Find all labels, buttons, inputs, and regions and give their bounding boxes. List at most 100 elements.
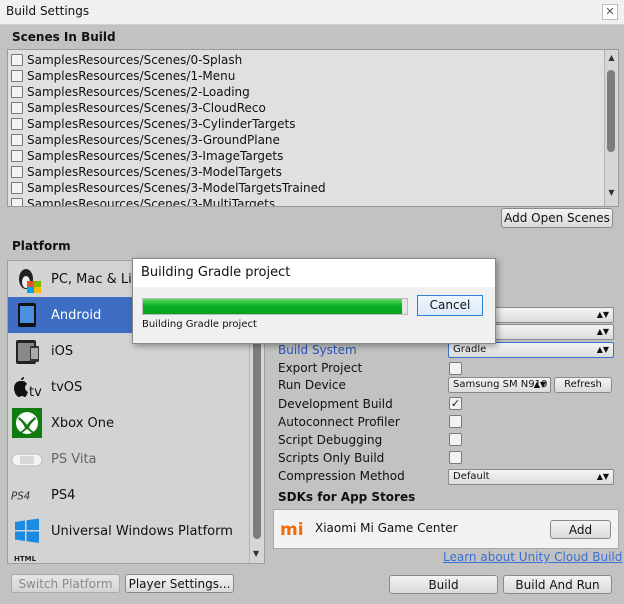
cloud-build-link[interactable]: Learn about Unity Cloud Build — [443, 550, 622, 564]
scene-checkbox[interactable] — [11, 118, 23, 130]
chevron-updown-icon: ▲▼ — [596, 472, 609, 481]
compression-method-dropdown[interactable]: Default ▲▼ — [448, 469, 614, 485]
script-debugging-label: Script Debugging — [278, 433, 383, 447]
scenes-scroll-thumb[interactable] — [607, 70, 615, 152]
html-logo-text: HTML — [14, 555, 37, 563]
sdk-item-label: Xiaomi Mi Game Center — [315, 521, 458, 535]
chevron-updown-icon: ▲▼ — [596, 345, 609, 354]
scene-path: SamplesResources/Scenes/2-Loading — [27, 85, 250, 99]
scene-checkbox[interactable] — [11, 150, 23, 162]
scene-checkbox[interactable] — [11, 134, 23, 146]
platform-item-ps-vita[interactable]: PS Vita — [8, 441, 250, 477]
sdks-label: SDKs for App Stores — [278, 490, 416, 504]
scene-row[interactable]: SamplesResources/Scenes/3-GroundPlane — [11, 132, 280, 148]
scene-path: SamplesResources/Scenes/3-GroundPlane — [27, 133, 280, 147]
windows-icon — [11, 516, 43, 546]
chevron-updown-icon: ▲▼ — [596, 310, 609, 319]
scene-row[interactable]: SamplesResources/Scenes/1-Menu — [11, 68, 235, 84]
platform-item-ps4[interactable]: PS4 PS4 — [8, 477, 250, 513]
scene-checkbox[interactable] — [11, 198, 23, 206]
scene-checkbox[interactable] — [11, 166, 23, 178]
cancel-button[interactable]: Cancel — [417, 295, 483, 316]
export-project-checkbox[interactable] — [449, 362, 462, 375]
close-icon[interactable]: ✕ — [602, 4, 618, 20]
scene-path: SamplesResources/Scenes/3-MultiTargets — [27, 197, 276, 207]
ios-icon — [11, 336, 43, 366]
sdk-item-xiaomi: mi Xiaomi Mi Game Center Add — [273, 509, 619, 549]
build-system-dropdown[interactable]: Gradle ▲▼ — [448, 342, 614, 358]
refresh-button[interactable]: Refresh — [554, 377, 612, 393]
scroll-down-icon[interactable]: ▼ — [607, 188, 616, 197]
scene-checkbox[interactable] — [11, 182, 23, 194]
scene-path: SamplesResources/Scenes/3-CylinderTarget… — [27, 117, 296, 131]
autoconnect-profiler-label: Autoconnect Profiler — [278, 415, 400, 429]
tvos-icon: tv — [11, 372, 43, 402]
platform-item-uwp[interactable]: Universal Windows Platform — [8, 513, 250, 549]
compression-method-label: Compression Method — [278, 469, 405, 483]
scene-row[interactable]: SamplesResources/Scenes/3-ImageTargets — [11, 148, 283, 164]
scene-checkbox[interactable] — [11, 102, 23, 114]
platform-label-uwp: Universal Windows Platform — [51, 523, 233, 539]
player-settings-button[interactable]: Player Settings... — [125, 574, 234, 593]
platform-item-tvos[interactable]: tv tvOS — [8, 369, 250, 405]
building-progress-dialog: Building Gradle project Cancel Building … — [132, 258, 496, 344]
scene-row[interactable]: SamplesResources/Scenes/0-Splash — [11, 52, 242, 68]
scenes-scrollbar[interactable]: ▲ ▼ — [604, 50, 618, 206]
progress-bar — [142, 298, 408, 315]
dialog-title: Building Gradle project — [133, 259, 495, 287]
platform-label: Platform — [12, 239, 71, 253]
platform-label-ios: iOS — [51, 343, 74, 359]
scene-path: SamplesResources/Scenes/3-ImageTargets — [27, 149, 284, 163]
scene-row[interactable]: SamplesResources/Scenes/2-Loading — [11, 84, 250, 100]
ps4-logo-text: PS4 — [11, 491, 30, 503]
scene-row[interactable]: SamplesResources/Scenes/3-CloudReco — [11, 100, 266, 116]
scene-row[interactable]: SamplesResources/Scenes/3-CylinderTarget… — [11, 116, 295, 132]
check-icon: ✓ — [450, 397, 461, 410]
scene-checkbox[interactable] — [11, 86, 23, 98]
platform-label-ps4: PS4 — [51, 487, 76, 503]
scenes-list[interactable]: SamplesResources/Scenes/0-Splash Samples… — [7, 49, 619, 207]
ps4-icon: PS4 — [11, 480, 43, 510]
run-device-label: Run Device — [278, 378, 346, 392]
run-device-dropdown[interactable]: Samsung SM N910 ▲▼ — [448, 377, 551, 393]
scroll-up-icon[interactable]: ▲ — [607, 53, 616, 62]
scene-row[interactable]: SamplesResources/Scenes/3-ModelTargets — [11, 164, 282, 180]
chevron-updown-icon: ▲▼ — [596, 327, 609, 336]
scene-path: SamplesResources/Scenes/3-ModelTargets — [27, 165, 282, 179]
build-button[interactable]: Build — [389, 575, 498, 594]
autoconnect-profiler-checkbox[interactable] — [449, 415, 462, 428]
scene-path: SamplesResources/Scenes/3-CloudReco — [27, 101, 266, 115]
tvos-logo-text: tv — [29, 385, 42, 400]
scene-row[interactable]: SamplesResources/Scenes/3-MultiTargets — [11, 196, 276, 207]
scroll-down-icon[interactable]: ▼ — [253, 549, 259, 558]
window-title: Build Settings — [6, 4, 90, 18]
development-build-checkbox[interactable]: ✓ — [449, 397, 462, 410]
platform-label-tvos: tvOS — [51, 379, 83, 395]
xiaomi-mi-icon: mi — [279, 519, 307, 539]
scenes-in-build-label: Scenes In Build — [12, 30, 116, 44]
compression-method-value: Default — [453, 471, 490, 482]
platform-item-xbox-one[interactable]: Xbox One — [8, 405, 250, 441]
scripts-only-build-checkbox[interactable] — [449, 451, 462, 464]
build-system-label: Build System — [278, 343, 357, 357]
scene-path: SamplesResources/Scenes/0-Splash — [27, 53, 243, 67]
html5-icon: HTML — [11, 552, 43, 563]
chevron-updown-icon: ▲▼ — [533, 380, 546, 389]
android-icon — [11, 300, 43, 330]
xbox-icon — [11, 408, 43, 438]
build-system-value: Gradle — [453, 344, 487, 355]
window-titlebar: Build Settings ✕ — [0, 0, 624, 25]
development-build-label: Development Build — [278, 397, 393, 411]
platform-item-webgl[interactable]: HTML — [8, 549, 250, 563]
script-debugging-checkbox[interactable] — [449, 433, 462, 446]
platform-label-ps-vita: PS Vita — [51, 451, 97, 467]
scene-path: SamplesResources/Scenes/3-ModelTargetsTr… — [27, 181, 326, 195]
scene-checkbox[interactable] — [11, 70, 23, 82]
sdk-add-button[interactable]: Add — [550, 520, 611, 539]
add-open-scenes-button[interactable]: Add Open Scenes — [501, 208, 613, 228]
switch-platform-button[interactable]: Switch Platform — [11, 574, 120, 593]
scene-row[interactable]: SamplesResources/Scenes/3-ModelTargetsTr… — [11, 180, 326, 196]
pc-mac-linux-icon — [11, 264, 43, 294]
scene-checkbox[interactable] — [11, 54, 23, 66]
build-and-run-button[interactable]: Build And Run — [503, 575, 612, 594]
